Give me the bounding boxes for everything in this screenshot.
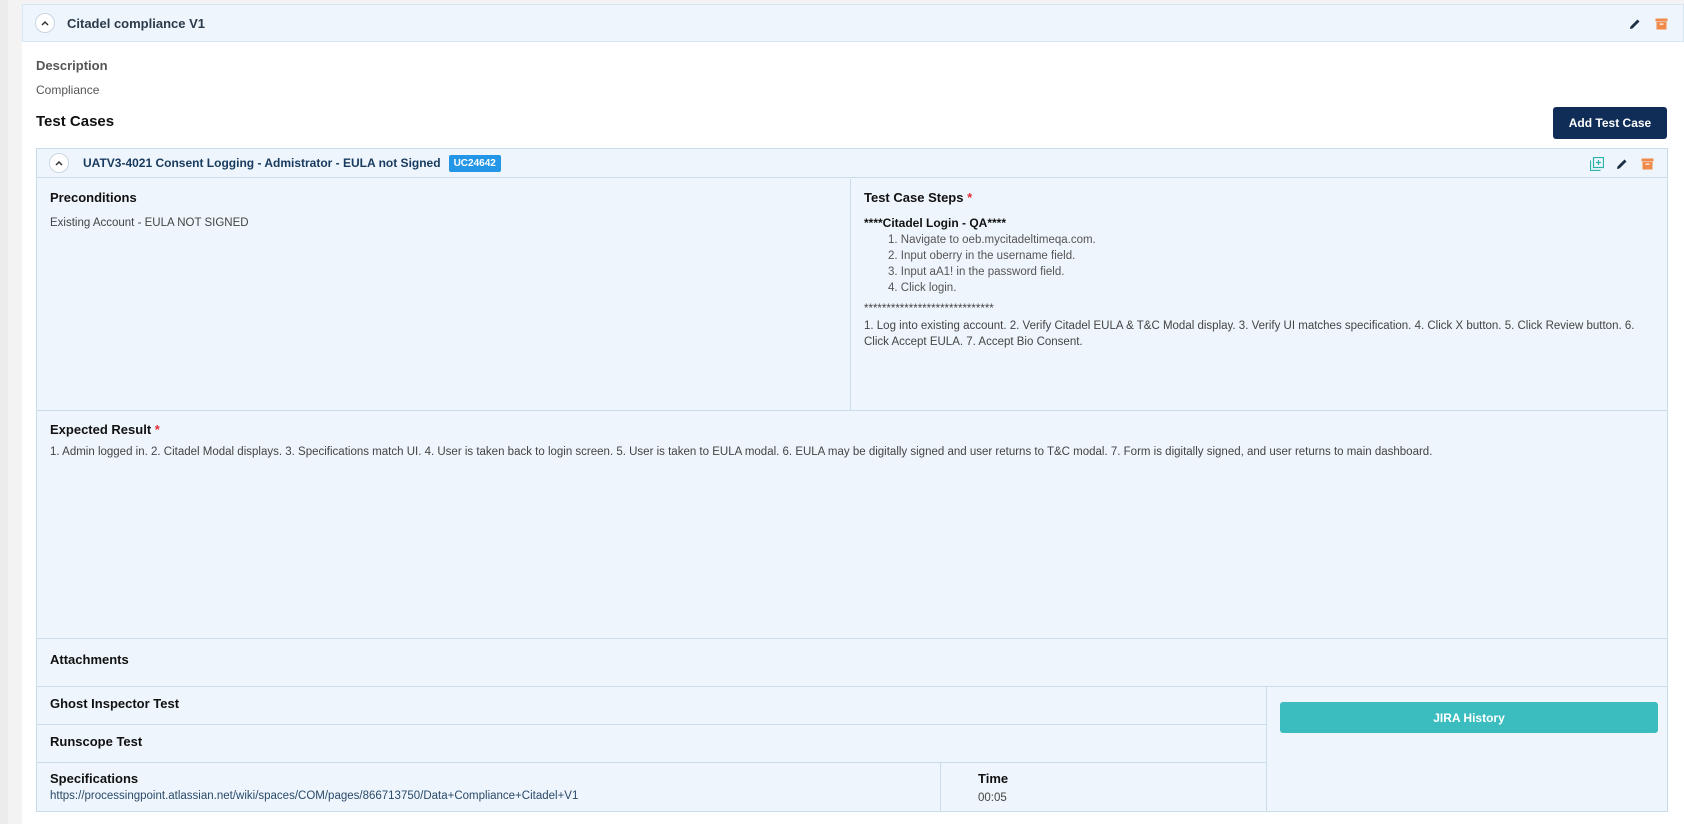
test-case-title: UATV3-4021 Consent Logging - Admistrator… <box>83 156 441 170</box>
preconditions-value: Existing Account - EULA NOT SIGNED <box>50 217 249 229</box>
suite-edit-button[interactable] <box>1627 16 1643 32</box>
steps-text: 1. Log into existing account. 2. Verify … <box>864 320 1635 348</box>
test-case-archive-button[interactable] <box>1639 156 1655 172</box>
time-label: Time <box>978 771 1009 786</box>
chevron-up-icon <box>41 20 49 26</box>
step-item: 4. Click login. <box>888 282 957 294</box>
preconditions-label: Preconditions <box>50 190 137 205</box>
suite-actions <box>1627 16 1669 32</box>
test-case-badge[interactable]: UC24642 <box>448 154 501 172</box>
step-item: 3. Input aA1! in the password field. <box>888 266 1065 278</box>
ghost-inspector-label: Ghost Inspector Test <box>50 696 180 711</box>
test-cases-heading: Test Cases <box>36 113 115 130</box>
expected-result-label: Expected Result * <box>50 422 160 437</box>
archive-icon <box>1641 158 1653 170</box>
steps-separator: ***************************** <box>864 303 994 315</box>
suite-archive-button[interactable] <box>1653 16 1669 32</box>
step-item: 2. Input oberry in the username field. <box>888 250 1076 262</box>
chevron-up-icon <box>55 160 63 166</box>
test-case-steps-section: Test Case Steps * ****Citadel Login - QA… <box>851 179 1667 411</box>
add-test-case-button[interactable]: Add Test Case <box>1553 107 1667 139</box>
left-gutter <box>0 0 8 824</box>
test-case-header: UATV3-4021 Consent Logging - Admistrator… <box>37 149 1667 178</box>
test-case-edit-button[interactable] <box>1614 156 1630 172</box>
time-value: 00:05 <box>978 792 1007 804</box>
copy-test-case-button[interactable] <box>1589 156 1605 172</box>
steps-heading: ****Citadel Login - QA**** <box>864 216 1007 230</box>
preconditions-section: Preconditions Existing Account - EULA NO… <box>37 179 851 411</box>
specifications-label: Specifications <box>50 771 139 786</box>
description-value: Compliance <box>36 83 100 97</box>
pencil-icon <box>1617 159 1627 169</box>
expected-label-text: Expected Result <box>50 422 152 437</box>
copy-plus-icon <box>1590 157 1604 171</box>
steps-label-text: Test Case Steps <box>864 190 964 205</box>
runscope-label: Runscope Test <box>50 734 143 749</box>
test-case-collapse-button[interactable] <box>49 153 69 173</box>
steps-list: 1. Navigate to oeb.mycitadeltimeqa.com. … <box>864 232 1096 296</box>
pencil-icon <box>1630 19 1640 29</box>
step-item: 1. Navigate to oeb.mycitadeltimeqa.com. <box>888 234 1096 246</box>
suite-collapse-button[interactable] <box>35 13 55 33</box>
time-section: Time 00:05 <box>941 763 1267 811</box>
attachments-section: Attachments <box>37 639 1667 687</box>
test-case-steps-label: Test Case Steps * <box>864 190 972 205</box>
expected-result-section: Expected Result * 1. Admin logged in. 2.… <box>37 411 1667 639</box>
test-case-card: UATV3-4021 Consent Logging - Admistrator… <box>36 148 1668 812</box>
test-case-actions <box>1589 156 1655 172</box>
runscope-section: Runscope Test <box>37 725 1267 763</box>
specifications-section: Specifications https://processingpoint.a… <box>37 763 941 811</box>
jira-history-button[interactable]: JIRA History <box>1280 702 1658 733</box>
suite-header: Citadel compliance V1 <box>22 4 1684 42</box>
ghost-inspector-section: Ghost Inspector Test <box>37 687 1267 725</box>
required-mark: * <box>967 190 973 205</box>
suite-title: Citadel compliance V1 <box>67 15 205 31</box>
archive-icon <box>1655 18 1667 30</box>
expected-result-value: 1. Admin logged in. 2. Citadel Modal dis… <box>50 446 1433 458</box>
description-label: Description <box>36 58 108 73</box>
required-mark: * <box>154 422 160 437</box>
suite-panel: Citadel compliance V1 Description Compli… <box>22 4 1684 824</box>
specifications-link[interactable]: https://processingpoint.atlassian.net/wi… <box>50 790 578 802</box>
attachments-label: Attachments <box>50 652 129 667</box>
